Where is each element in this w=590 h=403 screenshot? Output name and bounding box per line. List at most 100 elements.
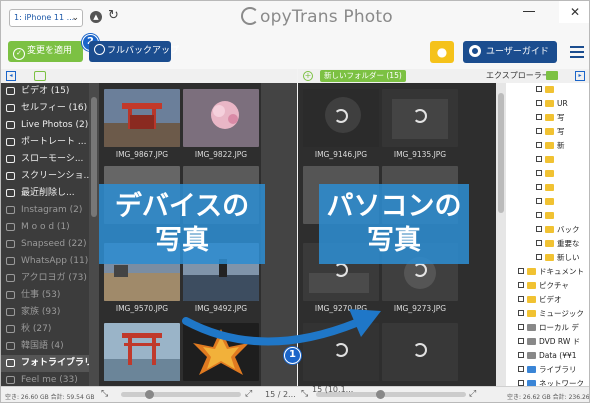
expand-box-icon[interactable]	[518, 268, 524, 274]
tree-item[interactable]: Data (¥¥1	[506, 349, 589, 363]
left-expand-icon[interactable]: ⤢	[245, 389, 252, 399]
add-folder-icon[interactable]: +	[303, 71, 313, 81]
expand-box-icon[interactable]	[536, 198, 542, 204]
tree-item[interactable]	[506, 83, 589, 97]
collapse-panel-icon[interactable]: ◂	[6, 71, 16, 81]
left-zoom-slider[interactable]	[121, 390, 241, 399]
expand-box-icon[interactable]	[536, 170, 542, 176]
tree-item[interactable]: ピクチャ	[506, 279, 589, 293]
slider-knob[interactable]	[145, 390, 154, 399]
album-item[interactable]: 仕事 (53)	[1, 287, 99, 304]
album-item[interactable]: ビデオ (15)	[1, 83, 99, 100]
album-item[interactable]: スクリーンショ...	[1, 168, 99, 185]
expand-box-icon[interactable]	[536, 156, 542, 162]
add-album-icon[interactable]	[34, 71, 46, 81]
expand-box-icon[interactable]	[536, 212, 542, 218]
expand-box-icon[interactable]	[518, 282, 524, 288]
tree-item[interactable]: UR	[506, 97, 589, 111]
album-item[interactable]: Live Photos (2)	[1, 117, 99, 134]
expand-box-icon[interactable]	[518, 296, 524, 302]
app-title: opyTrans Photo	[260, 7, 393, 27]
expand-box-icon[interactable]	[536, 86, 542, 92]
tree-item[interactable]: ミュージック	[506, 307, 589, 321]
expand-box-icon[interactable]	[536, 100, 542, 106]
expand-box-icon[interactable]	[536, 114, 542, 120]
tree-item[interactable]: ドキュメント	[506, 265, 589, 279]
album-item[interactable]: 韓国語 (4)	[1, 338, 99, 355]
album-item[interactable]: スローモーシ...	[1, 151, 99, 168]
expand-box-icon[interactable]	[518, 310, 524, 316]
photo-thumbnail[interactable]	[104, 89, 180, 147]
scroll-thumb[interactable]	[91, 97, 97, 217]
user-guide-button[interactable]: ユーザーガイド	[463, 41, 557, 63]
album-item[interactable]: フォトライブラリ ...	[1, 355, 99, 372]
tree-item[interactable]: DVD RW ド	[506, 335, 589, 349]
eject-icon[interactable]: ▲	[90, 11, 102, 23]
expand-box-icon[interactable]	[518, 324, 524, 330]
photo-caption: IMG_9135.JPG	[393, 150, 447, 159]
album-item[interactable]: Snapseed (22)	[1, 236, 99, 253]
album-item[interactable]: 秋 (27)	[1, 321, 99, 338]
slider-knob[interactable]	[376, 390, 385, 399]
tree-item[interactable]: ローカル デ	[506, 321, 589, 335]
folder-tag[interactable]: 新しいフォルダー (15)	[320, 70, 406, 82]
tree-item-label: バック	[557, 225, 580, 234]
photo-thumbnail[interactable]	[303, 89, 379, 147]
album-item[interactable]: 最近削除し...	[1, 185, 99, 202]
tree-item[interactable]: バック	[506, 223, 589, 237]
album-item[interactable]: アクロヨガ (73)	[1, 270, 99, 287]
tree-item[interactable]: 写	[506, 125, 589, 139]
expand-box-icon[interactable]	[518, 352, 524, 358]
tree-item[interactable]	[506, 167, 589, 181]
close-button[interactable]: ✕	[559, 1, 589, 23]
album-item[interactable]: ポートレート ...	[1, 134, 99, 151]
device-select[interactable]: 1: iPhone 11 ... ⌄	[9, 9, 83, 27]
lifebuoy-icon	[469, 45, 481, 57]
album-label: Instagram (2)	[21, 205, 83, 215]
photo-thumbnail[interactable]	[104, 323, 180, 381]
expand-box-icon[interactable]	[536, 240, 542, 246]
photo-thumbnail[interactable]	[382, 89, 458, 147]
tree-item[interactable]: ビデオ	[506, 293, 589, 307]
hamburger-menu-icon[interactable]	[570, 46, 584, 58]
right-expand-icon[interactable]: ⤢	[469, 389, 476, 399]
expand-box-icon[interactable]	[536, 128, 542, 134]
album-list-scrollbar[interactable]	[89, 83, 99, 386]
pc-grid-scrollbar[interactable]	[496, 83, 506, 386]
tree-item[interactable]	[506, 181, 589, 195]
folder-icon[interactable]	[546, 71, 558, 80]
photo-thumbnail[interactable]	[183, 89, 259, 147]
album-item[interactable]: 家族 (93)	[1, 304, 99, 321]
expand-box-icon[interactable]	[536, 226, 542, 232]
album-item[interactable]: WhatsApp (11)	[1, 253, 99, 270]
album-item[interactable]: M o o d (1)	[1, 219, 99, 236]
collapse-right-panel-icon[interactable]: ▸	[575, 71, 585, 81]
tree-item[interactable]	[506, 195, 589, 209]
lightbulb-icon[interactable]: ●	[430, 41, 454, 63]
tree-item[interactable]	[506, 209, 589, 223]
album-item[interactable]: Feel me (33)	[1, 372, 99, 386]
right-shrink-icon[interactable]: ⤡	[301, 389, 308, 399]
tree-item[interactable]: 新	[506, 139, 589, 153]
album-item[interactable]: セルフィー (16)	[1, 100, 99, 117]
expand-box-icon[interactable]	[536, 254, 542, 260]
apply-changes-button[interactable]: ✓ 変更を適用	[8, 41, 83, 62]
expand-box-icon[interactable]	[518, 366, 524, 372]
expand-box-icon[interactable]	[536, 184, 542, 190]
photo-thumbnail[interactable]	[382, 323, 458, 381]
tree-item[interactable]	[506, 153, 589, 167]
expand-box-icon[interactable]	[518, 338, 524, 344]
full-backup-button[interactable]: フルバックアップ	[89, 41, 179, 62]
tree-item[interactable]: 新しい	[506, 251, 589, 265]
scroll-thumb[interactable]	[498, 93, 504, 213]
tree-item[interactable]: 写	[506, 111, 589, 125]
tree-item[interactable]: ネットワーク	[506, 377, 589, 386]
folder-icon	[545, 114, 554, 121]
album-item[interactable]: Instagram (2)	[1, 202, 99, 219]
left-shrink-icon[interactable]: ⤡	[101, 389, 108, 399]
tree-item[interactable]: ライブラリ	[506, 363, 589, 377]
minimize-button[interactable]	[523, 11, 535, 12]
expand-box-icon[interactable]	[536, 142, 542, 148]
refresh-icon[interactable]: ↻	[108, 9, 119, 23]
tree-item[interactable]: 重要な	[506, 237, 589, 251]
